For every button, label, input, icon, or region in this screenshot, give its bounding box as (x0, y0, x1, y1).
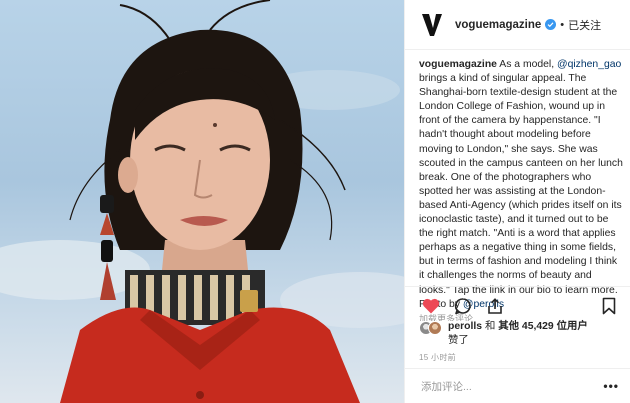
post-photo[interactable] (0, 0, 404, 403)
likes-and: 和 (482, 321, 499, 332)
header-separator: • (560, 18, 565, 31)
caption-intro: As a model, (496, 59, 558, 70)
liker-username[interactable]: perolls (448, 321, 482, 332)
portrait-image (0, 0, 404, 403)
post-author-username[interactable]: voguemagazine (455, 19, 541, 31)
likes-liked-label: 赞了 (448, 335, 469, 346)
bookmark-icon[interactable] (599, 296, 619, 316)
caption-mention-qizhen[interactable]: @qizhen_gao (557, 59, 621, 70)
post-timestamp[interactable]: 15 小时前 (419, 352, 456, 363)
avatar (428, 321, 442, 335)
vogue-v-logo-icon (422, 13, 442, 36)
add-comment-bar: 添加评论... ••• (405, 368, 630, 403)
post-detail-panel: voguemagazine • 已关注 voguemagazine As a m… (404, 0, 630, 403)
liker-avatars[interactable] (419, 321, 442, 335)
caption-username[interactable]: voguemagazine (419, 59, 497, 70)
heart-icon[interactable] (421, 296, 441, 316)
verified-badge-icon (545, 19, 557, 30)
follow-status-button[interactable]: 已关注 (568, 17, 601, 33)
post-caption: voguemagazine As a model, @qizhen_gao br… (419, 58, 625, 321)
post-header: voguemagazine • 已关注 (405, 0, 630, 50)
comment-input[interactable]: 添加评论... (421, 379, 603, 394)
more-options-button[interactable]: ••• (603, 379, 619, 393)
caption-body: brings a kind of singular appeal. The Sh… (419, 73, 623, 310)
likes-summary: perolls 和 其他 45,429 位用户 赞了 (419, 320, 625, 348)
share-icon[interactable] (485, 296, 505, 316)
likes-others-count[interactable]: 其他 45,429 位用户 (498, 321, 588, 332)
comment-icon[interactable] (453, 296, 473, 316)
likes-text: perolls 和 其他 45,429 位用户 赞了 (448, 320, 588, 348)
vogue-v-logo[interactable] (419, 12, 445, 38)
